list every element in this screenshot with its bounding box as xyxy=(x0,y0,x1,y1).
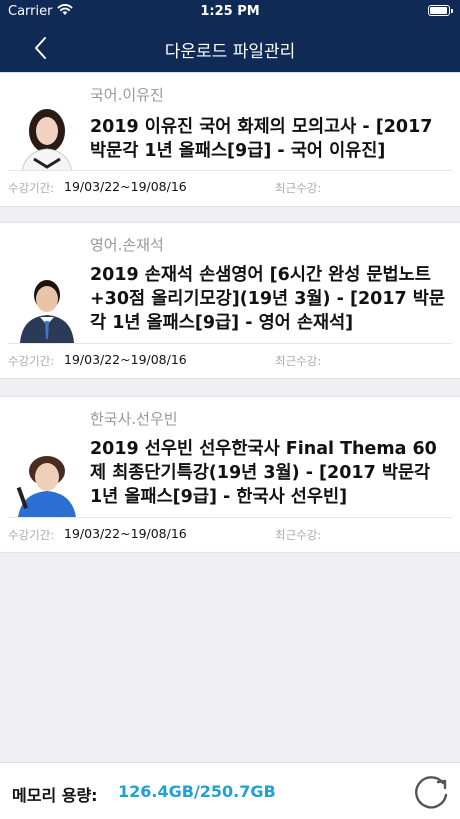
memory-value: 126.4GB/250.7GB xyxy=(118,782,276,801)
course-title: 2019 선우빈 선우한국사 Final Thema 60제 최종단기특강(19… xyxy=(90,439,437,507)
course-title: 2019 이유진 국어 화제의 모의고사 - [2017 박문각 1년 올패스[… xyxy=(90,117,433,161)
period-label: 수강기간: xyxy=(8,528,55,542)
divider xyxy=(8,170,452,171)
page-title: 다운로드 파일관리 xyxy=(164,42,296,62)
battery-level xyxy=(430,7,447,14)
divider xyxy=(8,343,452,344)
battery-icon xyxy=(428,5,453,16)
divider xyxy=(8,517,452,518)
memory-footer: 메모리 용량: 126.4GB/250.7GB xyxy=(0,762,460,819)
teacher-photo xyxy=(12,101,82,171)
period-value: 19/03/22~19/08/16 xyxy=(64,179,187,194)
recent-label: 최근수강: xyxy=(275,354,322,368)
download-item[interactable]: 한국사.선우빈 2019 선우빈 선우한국사 Final Thema 60제 최… xyxy=(0,396,460,553)
status-bar: Carrier 1:25 PM xyxy=(0,0,460,24)
teacher-photo xyxy=(12,447,82,517)
clock: 1:25 PM xyxy=(200,4,260,19)
period-value: 19/03/22~19/08/16 xyxy=(64,526,187,541)
teacher-name: 국어.이유진 xyxy=(90,86,164,104)
download-item[interactable]: 영어.손재석 2019 손재석 손샘영어 [6시간 완성 문법노트+30점 올리… xyxy=(0,222,460,379)
period-label: 수강기간: xyxy=(8,354,55,368)
period-value: 19/03/22~19/08/16 xyxy=(64,352,187,367)
teacher-name: 영어.손재석 xyxy=(90,236,164,254)
recent-label: 최근수강: xyxy=(275,181,322,195)
period-label: 수강기간: xyxy=(8,181,55,195)
refresh-icon[interactable] xyxy=(412,773,450,811)
teacher-photo xyxy=(12,273,82,343)
teacher-name: 한국사.선우빈 xyxy=(90,410,178,428)
memory-label: 메모리 용량: xyxy=(12,786,98,805)
recent-label: 최근수강: xyxy=(275,528,322,542)
download-item[interactable]: 국어.이유진 2019 이유진 국어 화제의 모의고사 - [2017 박문각 … xyxy=(0,72,460,207)
navigation-bar: 다운로드 파일관리 xyxy=(0,24,460,72)
course-title: 2019 손재석 손샘영어 [6시간 완성 문법노트+30점 올리기모강](19… xyxy=(90,265,445,333)
